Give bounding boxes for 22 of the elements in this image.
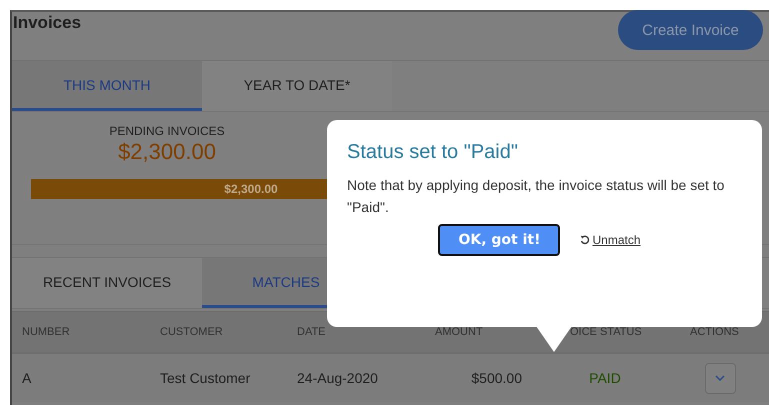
chevron-down-icon bbox=[715, 375, 725, 381]
column-header: ACTIONS bbox=[690, 326, 739, 338]
actions-dropdown[interactable] bbox=[704, 362, 736, 394]
status-text: PAID bbox=[589, 370, 621, 386]
tab[interactable]: THIS MONTH bbox=[12, 61, 202, 111]
column-header: AMOUNT bbox=[435, 326, 483, 338]
undo-icon bbox=[580, 235, 590, 245]
table-cell: Test Customer bbox=[160, 370, 250, 386]
column-header: NUMBER bbox=[22, 326, 70, 338]
table-cell: 24-Aug-2020 bbox=[297, 370, 378, 386]
table-cell: $500.00 bbox=[471, 370, 522, 386]
column-header: OICE STATUS bbox=[570, 326, 642, 338]
pending-amount: $2,300.00 bbox=[118, 139, 216, 165]
popover-title: Status set to "Paid" bbox=[347, 140, 519, 164]
unmatch-link[interactable]: Unmatch bbox=[580, 233, 641, 247]
page-title: Invoices bbox=[12, 12, 82, 34]
table-cell: A bbox=[22, 370, 32, 386]
column-header: CUSTOMER bbox=[160, 326, 223, 338]
create-invoice-button[interactable]: Create Invoice bbox=[618, 10, 763, 50]
column-header: DATE bbox=[297, 326, 326, 338]
ok-button[interactable]: OK, got it! bbox=[438, 224, 560, 256]
pending-invoices-label: PENDING INVOICES bbox=[109, 124, 225, 138]
